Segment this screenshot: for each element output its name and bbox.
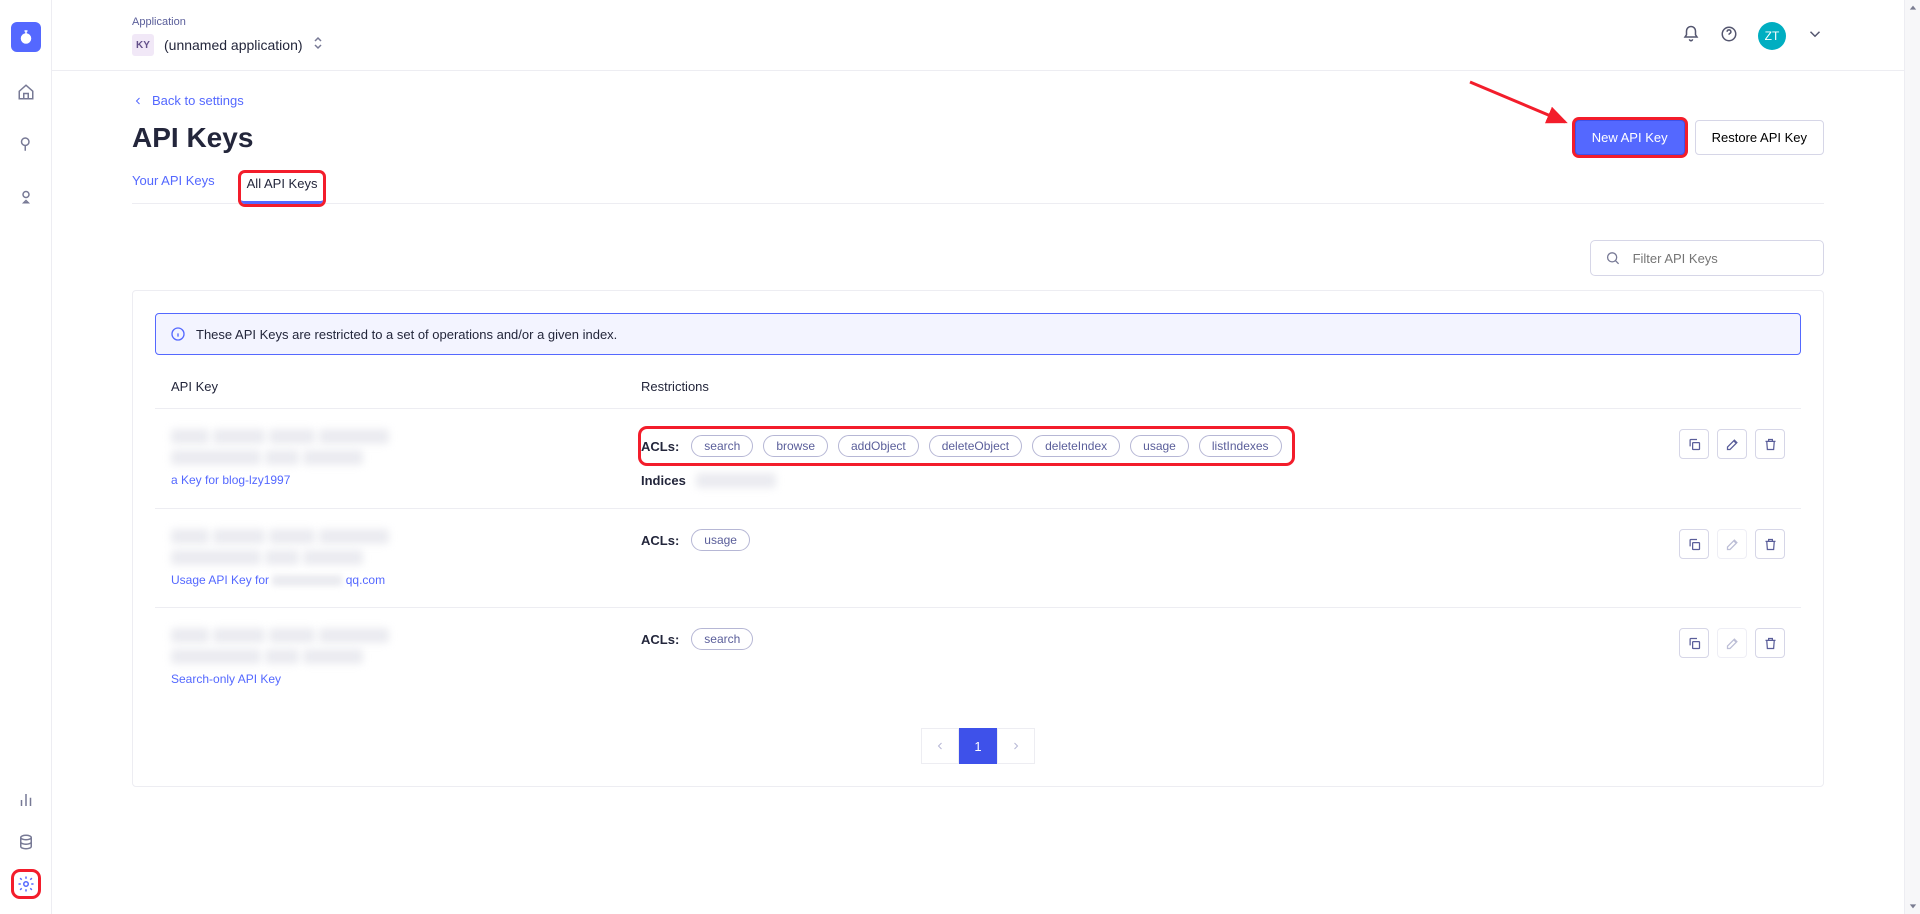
search-icon xyxy=(1605,249,1621,267)
acl-pill: search xyxy=(691,628,753,650)
restrictions-cell: ACLs: usage xyxy=(641,529,1679,587)
copy-button[interactable] xyxy=(1679,628,1709,658)
key-description: a Key for blog-lzy1997 xyxy=(171,473,641,487)
chevron-updown-icon xyxy=(313,36,323,55)
page-prev[interactable] xyxy=(921,728,959,764)
indices-label: Indices xyxy=(641,473,686,488)
page-current[interactable]: 1 xyxy=(959,728,997,764)
scrollbar[interactable] xyxy=(1904,0,1920,914)
key-cell: Usage API Key for qq.com xyxy=(171,529,641,587)
app-selector[interactable]: KY (unnamed application) xyxy=(132,34,323,56)
col-restrictions: Restrictions xyxy=(641,379,709,394)
bell-icon[interactable] xyxy=(1682,25,1700,48)
delete-button[interactable] xyxy=(1755,429,1785,459)
edit-button xyxy=(1717,628,1747,658)
delete-button[interactable] xyxy=(1755,529,1785,559)
api-keys-panel: These API Keys are restricted to a set o… xyxy=(132,290,1824,787)
scroll-down-icon[interactable] xyxy=(1905,898,1920,914)
tab-all-keys[interactable]: All API Keys xyxy=(241,173,324,204)
page-next[interactable] xyxy=(997,728,1035,764)
app-logo-icon[interactable] xyxy=(11,22,41,52)
acl-pill: usage xyxy=(1130,435,1189,457)
app-chip: KY xyxy=(132,34,154,56)
edit-button xyxy=(1717,529,1747,559)
avatar[interactable]: ZT xyxy=(1758,22,1786,50)
acls-label: ACLs: xyxy=(641,533,679,548)
table-header: API Key Restrictions xyxy=(155,359,1801,409)
table-row: a Key for blog-lzy1997 ACLs: search browse… xyxy=(155,409,1801,509)
acl-pill: search xyxy=(691,435,753,457)
acl-pill: listIndexes xyxy=(1199,435,1282,457)
info-banner: These API Keys are restricted to a set o… xyxy=(155,313,1801,355)
help-icon[interactable] xyxy=(1720,25,1738,48)
restrictions-cell: ACLs: search xyxy=(641,628,1679,686)
key-cell: a Key for blog-lzy1997 xyxy=(171,429,641,488)
app-label: Application xyxy=(132,16,323,28)
edit-button[interactable] xyxy=(1717,429,1747,459)
filter-input[interactable] xyxy=(1633,251,1809,266)
header: Application KY (unnamed application) ZT xyxy=(52,0,1904,71)
scroll-up-icon[interactable] xyxy=(1905,0,1920,16)
key-description: Usage API Key for qq.com xyxy=(171,573,641,587)
row-actions xyxy=(1679,429,1785,488)
settings-icon[interactable] xyxy=(14,872,38,896)
chevron-down-icon[interactable] xyxy=(1806,25,1824,48)
search-config-icon[interactable] xyxy=(14,132,38,156)
restrictions-cell: ACLs: search browse addObject deleteObject de… xyxy=(641,429,1679,488)
new-api-key-button[interactable]: New API Key xyxy=(1575,120,1685,155)
copy-button[interactable] xyxy=(1679,529,1709,559)
key-cell: Search-only API Key xyxy=(171,628,641,686)
info-icon xyxy=(170,326,186,342)
home-icon[interactable] xyxy=(14,80,38,104)
acl-pill: deleteIndex xyxy=(1032,435,1120,457)
info-banner-text: These API Keys are restricted to a set o… xyxy=(196,327,617,342)
annotation-arrow xyxy=(1465,74,1575,139)
restore-api-key-button[interactable]: Restore API Key xyxy=(1695,120,1824,155)
app-name: (unnamed application) xyxy=(164,37,303,53)
recommend-icon[interactable] xyxy=(14,184,38,208)
col-api-key: API Key xyxy=(171,379,641,394)
acl-pill: browse xyxy=(763,435,828,457)
table-row: Usage API Key for qq.com ACLs: usage xyxy=(155,509,1801,608)
key-description: Search-only API Key xyxy=(171,672,641,686)
main: Application KY (unnamed application) ZT xyxy=(52,0,1904,914)
acls-label: ACLs: xyxy=(641,439,679,454)
row-actions xyxy=(1679,628,1785,686)
filter-input-wrapper[interactable] xyxy=(1590,240,1824,276)
row-actions xyxy=(1679,529,1785,587)
nav-rail xyxy=(0,0,52,914)
acl-pill: usage xyxy=(691,529,750,551)
acl-pill: deleteObject xyxy=(929,435,1022,457)
tab-your-keys[interactable]: Your API Keys xyxy=(132,173,215,203)
copy-button[interactable] xyxy=(1679,429,1709,459)
back-link-label: Back to settings xyxy=(152,93,244,108)
data-sources-icon[interactable] xyxy=(14,830,38,854)
tabs: Your API Keys All API Keys xyxy=(132,173,1824,204)
delete-button[interactable] xyxy=(1755,628,1785,658)
pagination: 1 xyxy=(155,728,1801,764)
table-row: Search-only API Key ACLs: search xyxy=(155,608,1801,706)
page-title: API Keys xyxy=(132,122,253,154)
acls-label: ACLs: xyxy=(641,632,679,647)
acl-pill: addObject xyxy=(838,435,919,457)
analytics-icon[interactable] xyxy=(14,788,38,812)
